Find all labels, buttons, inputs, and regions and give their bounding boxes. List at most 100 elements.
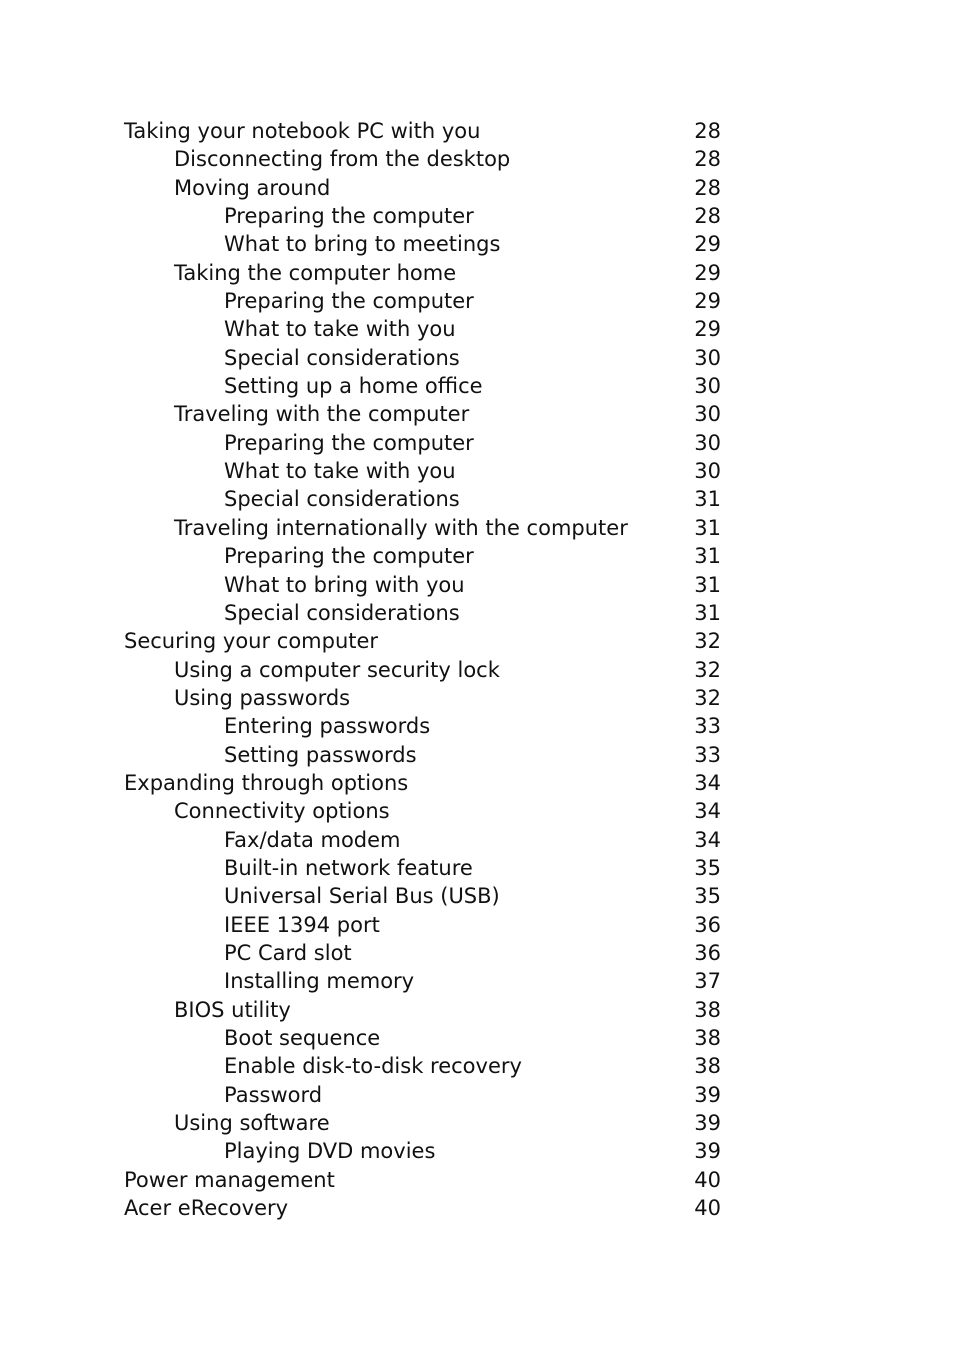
toc-entry[interactable]: Connectivity options 34 [124, 797, 721, 825]
toc-entry-title[interactable]: Boot sequence [224, 1024, 380, 1052]
toc-entry-title[interactable]: Preparing the computer [224, 287, 474, 315]
toc-entry-page-number[interactable]: 38 [694, 1024, 721, 1052]
toc-entry-page-number[interactable]: 32 [694, 627, 721, 655]
toc-entry[interactable]: Universal Serial Bus (USB) 35 [124, 882, 721, 910]
toc-entry-page-number[interactable]: 31 [694, 485, 721, 513]
toc-entry-title[interactable]: Installing memory [224, 967, 414, 995]
toc-entry[interactable]: What to take with you 29 [124, 315, 721, 343]
toc-entry[interactable]: Setting up a home office 30 [124, 372, 721, 400]
toc-entry-page-number[interactable]: 34 [694, 826, 721, 854]
toc-entry-title[interactable]: Special considerations [224, 485, 460, 513]
toc-entry-page-number[interactable]: 34 [694, 797, 721, 825]
toc-entry-page-number[interactable]: 29 [694, 315, 721, 343]
toc-entry-page-number[interactable]: 39 [694, 1109, 721, 1137]
toc-entry-page-number[interactable]: 36 [694, 939, 721, 967]
toc-entry[interactable]: Special considerations 31 [124, 599, 721, 627]
toc-entry-page-number[interactable]: 31 [694, 542, 721, 570]
toc-entry-page-number[interactable]: 33 [694, 712, 721, 740]
toc-entry-title[interactable]: Fax/data modem [224, 826, 401, 854]
toc-entry[interactable]: Special considerations 31 [124, 485, 721, 513]
toc-entry[interactable]: Password 39 [124, 1081, 721, 1109]
toc-entry-page-number[interactable]: 28 [694, 117, 721, 145]
toc-entry-title[interactable]: Playing DVD movies [224, 1137, 435, 1165]
toc-entry-title[interactable]: Special considerations [224, 599, 460, 627]
toc-entry[interactable]: Using a computer security lock 32 [124, 656, 721, 684]
toc-entry[interactable]: Disconnecting from the desktop 28 [124, 145, 721, 173]
toc-entry-page-number[interactable]: 34 [694, 769, 721, 797]
toc-entry-title[interactable]: Using software [174, 1109, 330, 1137]
toc-entry-page-number[interactable]: 31 [694, 571, 721, 599]
toc-entry-page-number[interactable]: 30 [694, 372, 721, 400]
toc-entry-title[interactable]: What to take with you [224, 457, 456, 485]
toc-entry[interactable]: What to take with you 30 [124, 457, 721, 485]
toc-entry-page-number[interactable]: 39 [694, 1081, 721, 1109]
toc-entry-title[interactable]: Taking the computer home [174, 259, 456, 287]
toc-entry-title[interactable]: Setting up a home office [224, 372, 483, 400]
toc-entry-title[interactable]: Taking your notebook PC with you [124, 117, 480, 145]
toc-entry-title[interactable]: Preparing the computer [224, 202, 474, 230]
toc-entry-title[interactable]: Traveling with the computer [174, 400, 469, 428]
toc-entry[interactable]: Expanding through options 34 [124, 769, 721, 797]
toc-entry[interactable]: Enable disk-to-disk recovery 38 [124, 1052, 721, 1080]
toc-entry-page-number[interactable]: 30 [694, 429, 721, 457]
toc-entry-title[interactable]: Setting passwords [224, 741, 417, 769]
toc-entry-page-number[interactable]: 30 [694, 344, 721, 372]
toc-entry[interactable]: Moving around 28 [124, 174, 721, 202]
toc-entry[interactable]: Preparing the computer 31 [124, 542, 721, 570]
toc-entry[interactable]: Traveling with the computer 30 [124, 400, 721, 428]
toc-entry-page-number[interactable]: 29 [694, 230, 721, 258]
toc-entry-title[interactable]: Preparing the computer [224, 429, 474, 457]
toc-entry-title[interactable]: BIOS utility [174, 996, 291, 1024]
toc-entry-page-number[interactable]: 30 [694, 457, 721, 485]
toc-entry[interactable]: Preparing the computer 29 [124, 287, 721, 315]
toc-entry-page-number[interactable]: 37 [694, 967, 721, 995]
toc-entry[interactable]: Playing DVD movies 39 [124, 1137, 721, 1165]
toc-entry-page-number[interactable]: 35 [694, 854, 721, 882]
toc-entry[interactable]: Using passwords 32 [124, 684, 721, 712]
toc-entry[interactable]: Fax/data modem 34 [124, 826, 721, 854]
toc-entry-title[interactable]: Power management [124, 1166, 335, 1194]
toc-entry[interactable]: Installing memory 37 [124, 967, 721, 995]
toc-entry-page-number[interactable]: 31 [694, 599, 721, 627]
toc-entry[interactable]: Entering passwords 33 [124, 712, 721, 740]
toc-entry-title[interactable]: Universal Serial Bus (USB) [224, 882, 500, 910]
toc-entry-page-number[interactable]: 32 [694, 656, 721, 684]
toc-entry-title[interactable]: Disconnecting from the desktop [174, 145, 510, 173]
toc-entry[interactable]: Using software 39 [124, 1109, 721, 1137]
toc-entry[interactable]: PC Card slot 36 [124, 939, 721, 967]
toc-entry[interactable]: What to bring to meetings 29 [124, 230, 721, 258]
toc-entry-title[interactable]: Moving around [174, 174, 330, 202]
toc-entry-title[interactable]: IEEE 1394 port [224, 911, 380, 939]
toc-entry-title[interactable]: Connectivity options [174, 797, 390, 825]
toc-entry[interactable]: Boot sequence 38 [124, 1024, 721, 1052]
toc-entry-title[interactable]: Acer eRecovery [124, 1194, 288, 1222]
toc-entry-title[interactable]: PC Card slot [224, 939, 352, 967]
toc-entry-page-number[interactable]: 31 [694, 514, 721, 542]
toc-entry[interactable]: Securing your computer 32 [124, 627, 721, 655]
toc-entry[interactable]: Setting passwords 33 [124, 741, 721, 769]
toc-entry-page-number[interactable]: 36 [694, 911, 721, 939]
toc-entry[interactable]: Acer eRecovery 40 [124, 1194, 721, 1222]
toc-entry-page-number[interactable]: 28 [694, 174, 721, 202]
toc-entry-title[interactable]: What to bring with you [224, 571, 465, 599]
toc-entry[interactable]: What to bring with you 31 [124, 571, 721, 599]
toc-entry-title[interactable]: Traveling internationally with the compu… [174, 514, 628, 542]
toc-entry-title[interactable]: Preparing the computer [224, 542, 474, 570]
toc-entry-page-number[interactable]: 38 [694, 996, 721, 1024]
toc-entry-page-number[interactable]: 29 [694, 287, 721, 315]
toc-entry-title[interactable]: Special considerations [224, 344, 460, 372]
toc-entry-title[interactable]: Expanding through options [124, 769, 408, 797]
toc-entry-page-number[interactable]: 32 [694, 684, 721, 712]
toc-entry[interactable]: Power management 40 [124, 1166, 721, 1194]
toc-entry-page-number[interactable]: 35 [694, 882, 721, 910]
toc-entry-title[interactable]: Using passwords [174, 684, 350, 712]
toc-entry-title[interactable]: Password [224, 1081, 322, 1109]
toc-entry-page-number[interactable]: 30 [694, 400, 721, 428]
toc-entry-page-number[interactable]: 33 [694, 741, 721, 769]
toc-entry[interactable]: Preparing the computer 28 [124, 202, 721, 230]
toc-entry-page-number[interactable]: 40 [694, 1194, 721, 1222]
toc-entry[interactable]: Built-in network feature 35 [124, 854, 721, 882]
toc-entry-page-number[interactable]: 38 [694, 1052, 721, 1080]
toc-entry-title[interactable]: Securing your computer [124, 627, 378, 655]
toc-entry-page-number[interactable]: 28 [694, 202, 721, 230]
